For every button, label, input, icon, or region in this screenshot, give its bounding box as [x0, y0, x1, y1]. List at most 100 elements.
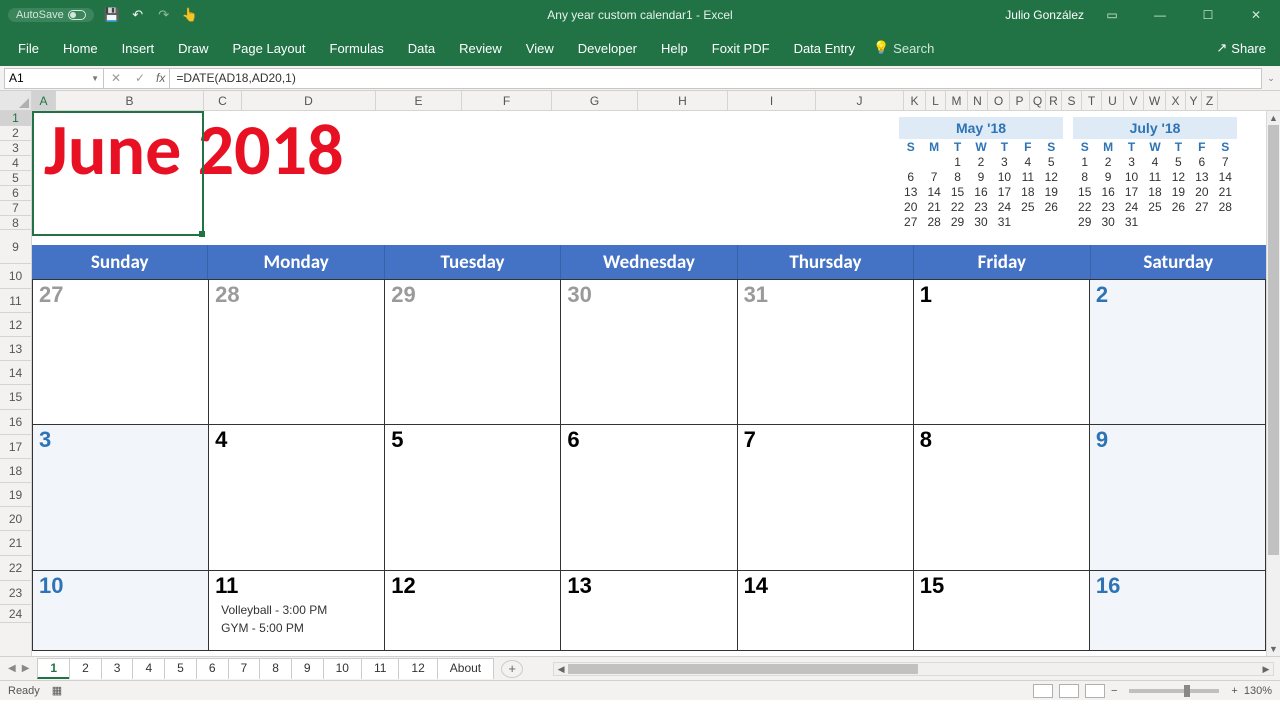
calendar-day-cell[interactable]: 10 — [32, 571, 209, 650]
sheet-canvas[interactable]: June 2018 May '18 SMTWTFS123456789101112… — [32, 111, 1280, 656]
user-name[interactable]: Julio González — [1005, 8, 1084, 22]
ribbon-tab-foxit-pdf[interactable]: Foxit PDF — [700, 33, 782, 64]
calendar-day-cell[interactable]: 7 — [738, 425, 914, 570]
touch-mode-icon[interactable]: 👆 — [182, 7, 198, 23]
close-icon[interactable]: ✕ — [1236, 0, 1276, 30]
expand-formula-bar-icon[interactable]: ⌄ — [1262, 73, 1280, 84]
ribbon-tab-data-entry[interactable]: Data Entry — [782, 33, 867, 64]
vertical-scrollbar[interactable]: ▲ ▼ — [1266, 111, 1280, 656]
col-header[interactable]: Q — [1030, 91, 1046, 110]
page-break-view-button[interactable] — [1085, 684, 1105, 698]
calendar-day-cell[interactable]: 5 — [385, 425, 561, 570]
ribbon-tab-view[interactable]: View — [514, 33, 566, 64]
row-header[interactable]: 9 — [0, 230, 31, 264]
name-box[interactable]: A1▼ — [4, 68, 104, 89]
col-header[interactable]: I — [728, 91, 816, 110]
row-header[interactable]: 13 — [0, 337, 31, 361]
row-header[interactable]: 22 — [0, 556, 31, 581]
calendar-day-cell[interactable]: 2 — [1090, 280, 1266, 424]
row-header[interactable]: 5 — [0, 171, 31, 186]
cancel-formula-icon[interactable]: ✕ — [104, 71, 128, 85]
col-header[interactable]: H — [638, 91, 728, 110]
save-icon[interactable]: 💾 — [104, 7, 120, 23]
calendar-day-cell[interactable]: 12 — [385, 571, 561, 650]
col-header[interactable]: T — [1082, 91, 1102, 110]
row-header[interactable]: 11 — [0, 289, 31, 313]
undo-icon[interactable]: ↶ — [130, 7, 146, 23]
col-header[interactable]: K — [904, 91, 926, 110]
row-header[interactable]: 12 — [0, 313, 31, 337]
calendar-day-cell[interactable]: 1 — [914, 280, 1090, 424]
col-header[interactable]: X — [1166, 91, 1186, 110]
row-header[interactable]: 21 — [0, 531, 31, 556]
col-header[interactable]: D — [242, 91, 376, 110]
sheet-tab[interactable]: 10 — [323, 658, 362, 679]
redo-icon[interactable]: ↷ — [156, 7, 172, 23]
row-header[interactable]: 19 — [0, 483, 31, 507]
col-header[interactable]: R — [1046, 91, 1062, 110]
scroll-up-icon[interactable]: ▲ — [1267, 111, 1280, 125]
col-header[interactable]: B — [56, 91, 204, 110]
col-header[interactable]: A — [32, 91, 56, 110]
sheet-tab[interactable]: 9 — [291, 658, 324, 679]
sheet-tab[interactable]: 5 — [164, 658, 197, 679]
sheet-tab[interactable]: 6 — [196, 658, 229, 679]
sheet-tab[interactable]: 4 — [132, 658, 165, 679]
col-header[interactable]: J — [816, 91, 904, 110]
col-header[interactable]: E — [376, 91, 462, 110]
row-header[interactable]: 17 — [0, 435, 31, 459]
scroll-down-icon[interactable]: ▼ — [1267, 642, 1280, 656]
col-header[interactable]: O — [988, 91, 1010, 110]
row-header[interactable]: 7 — [0, 201, 31, 216]
row-header[interactable]: 1 — [0, 111, 31, 126]
row-header[interactable]: 15 — [0, 385, 31, 410]
scroll-right-icon[interactable]: ▶ — [1259, 663, 1273, 675]
enter-formula-icon[interactable]: ✓ — [128, 71, 152, 85]
row-header[interactable]: 6 — [0, 186, 31, 201]
sheet-tab[interactable]: 11 — [361, 658, 399, 679]
calendar-day-cell[interactable]: 31 — [738, 280, 914, 424]
ribbon-tab-page-layout[interactable]: Page Layout — [221, 33, 318, 64]
row-header[interactable]: 3 — [0, 141, 31, 156]
ribbon-tab-draw[interactable]: Draw — [166, 33, 220, 64]
row-header[interactable]: 8 — [0, 216, 31, 230]
calendar-day-cell[interactable]: 13 — [561, 571, 737, 650]
normal-view-button[interactable] — [1033, 684, 1053, 698]
col-header[interactable]: S — [1062, 91, 1082, 110]
ribbon-tab-insert[interactable]: Insert — [110, 33, 167, 64]
formula-input[interactable]: =DATE(AD18,AD20,1) — [170, 68, 1262, 89]
ribbon-tab-formulas[interactable]: Formulas — [318, 33, 396, 64]
sheet-tab[interactable]: 3 — [101, 658, 134, 679]
vscroll-thumb[interactable] — [1268, 125, 1279, 555]
ribbon-tab-data[interactable]: Data — [396, 33, 447, 64]
zoom-slider[interactable] — [1129, 689, 1219, 693]
ribbon-tab-review[interactable]: Review — [447, 33, 514, 64]
autosave-toggle[interactable]: AutoSave — [8, 8, 94, 22]
col-header[interactable]: Y — [1186, 91, 1202, 110]
tell-me-search[interactable]: 💡 Search — [873, 40, 934, 56]
col-header[interactable]: Z — [1202, 91, 1218, 110]
col-header[interactable]: N — [968, 91, 988, 110]
row-header[interactable]: 2 — [0, 126, 31, 141]
calendar-day-cell[interactable]: 27 — [32, 280, 209, 424]
fx-icon[interactable]: fx — [152, 71, 169, 85]
col-header[interactable]: V — [1124, 91, 1144, 110]
col-header[interactable]: G — [552, 91, 638, 110]
calendar-day-cell[interactable]: 6 — [561, 425, 737, 570]
hscroll-thumb[interactable] — [568, 664, 918, 674]
sheet-tab[interactable]: 7 — [228, 658, 261, 679]
sheet-tab[interactable]: 2 — [69, 658, 102, 679]
sheet-tab[interactable]: 8 — [259, 658, 292, 679]
calendar-day-cell[interactable]: 11Volleyball - 3:00 PMGYM - 5:00 PM — [209, 571, 385, 650]
col-header[interactable]: U — [1102, 91, 1124, 110]
macro-record-icon[interactable]: ▦ — [52, 684, 62, 697]
col-header[interactable]: F — [462, 91, 552, 110]
row-header[interactable]: 14 — [0, 361, 31, 385]
col-header[interactable]: C — [204, 91, 242, 110]
sheet-tab[interactable]: 12 — [398, 658, 437, 679]
ribbon-options-icon[interactable]: ▭ — [1092, 0, 1132, 30]
page-layout-view-button[interactable] — [1059, 684, 1079, 698]
share-button[interactable]: ↗ Share — [1216, 40, 1274, 56]
calendar-day-cell[interactable]: 9 — [1090, 425, 1266, 570]
zoom-level[interactable]: 130% — [1244, 685, 1272, 697]
